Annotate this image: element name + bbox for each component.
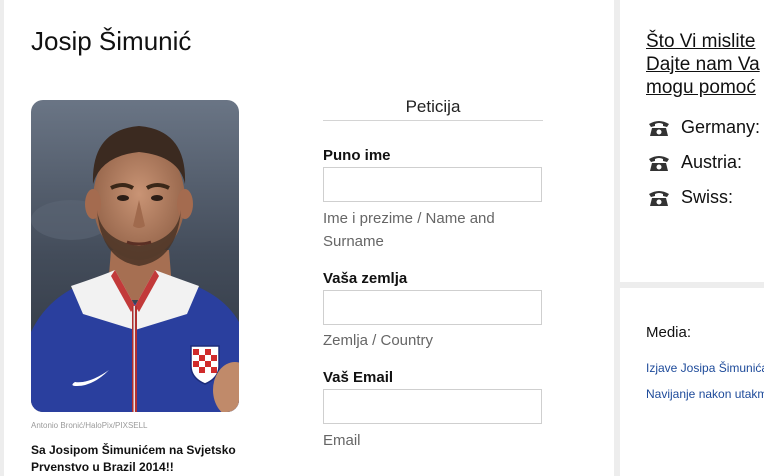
petition-divider xyxy=(323,120,543,121)
media-link-statements[interactable]: Izjave Josipa Šimunića xyxy=(646,361,764,375)
email-label: Vaš Email xyxy=(323,369,394,386)
opinion-heading-line: Što Vi mislite xyxy=(646,31,756,52)
opinion-heading-link[interactable]: Što Vi mislite Dajte nam Va mogu pomoć xyxy=(646,30,760,99)
opinion-heading-line: mogu pomoć xyxy=(646,77,756,98)
media-panel: Media: Izjave Josipa Šimunića Navijanje … xyxy=(620,288,764,476)
petition-heading: Peticija xyxy=(405,97,461,116)
opinion-heading-line: Dajte nam Va xyxy=(646,54,760,75)
email-hint: Email xyxy=(323,432,361,449)
page-title: Josip Šimunić xyxy=(31,26,192,56)
media-link-cheering[interactable]: Navijanje nakon utakm xyxy=(646,387,764,401)
phone-label-germany: Germany: xyxy=(681,117,761,137)
country-input[interactable] xyxy=(323,290,542,325)
full-name-hint: Ime i prezime / Name and Surname xyxy=(323,210,495,250)
country-hint: Zemlja / Country xyxy=(323,332,434,349)
contact-panel: Što Vi mislite Dajte nam Va mogu pomoć G… xyxy=(620,0,764,282)
full-name-input[interactable] xyxy=(323,167,542,202)
photo-caption: Sa Josipom Šimunićem na Svjetsko Prvenst… xyxy=(31,443,236,474)
phone-label-austria: Austria: xyxy=(681,152,743,172)
photo-credit: Antonio Bronić/HaloPix/PIXSELL xyxy=(31,421,148,430)
telephone-icon xyxy=(648,189,670,212)
full-name-label: Puno ime xyxy=(323,147,391,164)
media-heading: Media: xyxy=(646,324,692,341)
country-label: Vaša zemlja xyxy=(323,270,408,287)
player-photo xyxy=(31,100,239,412)
phone-label-swiss: Swiss: xyxy=(681,187,734,207)
telephone-icon xyxy=(648,119,670,142)
telephone-icon xyxy=(648,154,670,177)
email-input[interactable] xyxy=(323,389,542,424)
